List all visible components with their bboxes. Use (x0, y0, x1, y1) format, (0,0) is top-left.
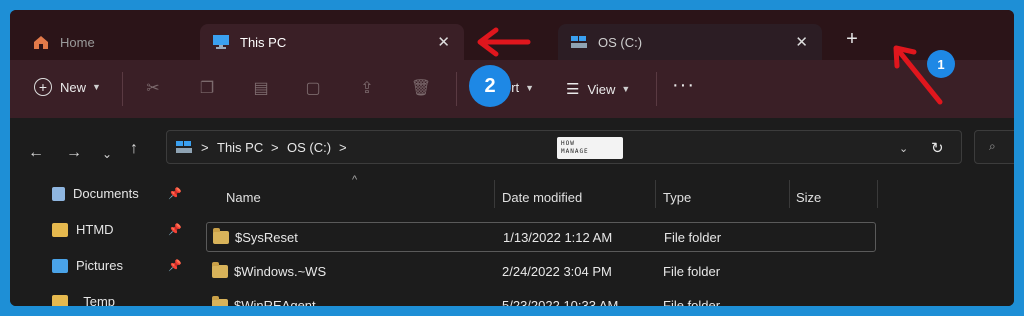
list-icon: ☰ (566, 81, 580, 98)
navigation-pane: Documents 📌 HTMD 📌 Pictures 📌 _Temp (10, 176, 190, 306)
address-dropdown-icon[interactable]: ⌄ (899, 142, 908, 155)
nav-label: Pictures (76, 258, 123, 273)
column-divider[interactable] (877, 180, 878, 208)
share-icon[interactable]: ⇪ (356, 78, 378, 98)
breadcrumb-separator: > (271, 140, 279, 155)
sort-ascending-icon: ^ (352, 174, 358, 186)
drive-icon (176, 141, 192, 153)
rename-icon[interactable]: ▢ (302, 78, 324, 98)
column-header-name[interactable]: Name (226, 190, 261, 205)
delete-icon[interactable]: 🗑 (410, 78, 432, 98)
folder-icon (52, 222, 68, 237)
nav-label: _Temp (76, 294, 116, 306)
nav-item-pictures[interactable]: Pictures 📌 (52, 258, 182, 273)
table-row[interactable]: $SysReset 1/13/2022 1:12 AM File folder (206, 222, 876, 252)
close-tab-icon[interactable]: ✕ (795, 33, 808, 51)
paste-icon[interactable]: ▤ (250, 78, 272, 98)
tab-label: Home (60, 34, 95, 50)
htmd-watermark-logo: HOW MANAGE (557, 137, 623, 159)
file-date: 1/13/2022 1:12 AM (503, 230, 613, 245)
pictures-icon (52, 258, 68, 273)
annotation-badge-2: 2 (469, 65, 511, 107)
folder-icon (213, 228, 229, 244)
up-icon[interactable]: ↑ (130, 140, 138, 158)
pin-icon[interactable]: 📌 (168, 259, 182, 272)
nav-item-temp[interactable]: _Temp (52, 294, 182, 306)
recent-chevron-icon[interactable]: ⌄ (102, 147, 112, 161)
breadcrumb-os-c[interactable]: OS (C:) (287, 140, 331, 155)
home-icon (34, 36, 48, 49)
tab-bar: Home This PC ✕ OS (C:) ✕ + (10, 10, 1014, 60)
breadcrumb-separator: > (201, 140, 209, 155)
divider (656, 72, 657, 106)
pin-icon[interactable]: 📌 (168, 187, 182, 200)
documents-icon (52, 186, 65, 201)
chevron-down-icon: ▼ (525, 82, 535, 93)
search-input[interactable]: ⌕ (974, 130, 1014, 164)
divider (122, 72, 123, 106)
more-options-button[interactable]: ··· (672, 74, 695, 97)
annotation-badge-1: 1 (927, 50, 955, 78)
back-icon[interactable]: ← (28, 144, 44, 162)
copy-icon[interactable]: ❐ (196, 78, 218, 98)
tab-os-c[interactable]: OS (C:) ✕ (558, 24, 822, 60)
column-header-size[interactable]: Size (796, 190, 821, 205)
address-row: ← → ⌄ ↑ > This PC > OS (C:) > HOW MANAGE… (10, 118, 1014, 176)
table-row[interactable]: $Windows.~WS 2/24/2022 3:04 PM File fold… (206, 257, 876, 287)
table-row[interactable]: $WinREAgent 5/23/2022 10:33 AM File fold… (206, 291, 876, 306)
cut-icon[interactable]: ✂ (142, 78, 164, 98)
nav-label: HTMD (76, 222, 114, 237)
column-divider[interactable] (655, 180, 656, 208)
forward-icon[interactable]: → (66, 144, 82, 162)
tab-home[interactable]: Home (20, 24, 190, 60)
column-divider[interactable] (494, 180, 495, 208)
new-tab-button[interactable]: + (840, 28, 864, 51)
refresh-icon[interactable]: ↻ (931, 139, 944, 157)
command-bar: + New ▼ ✂ ❐ ▤ ▢ ⇪ 🗑 ort ▼ ☰ View ▼ ··· (10, 60, 1014, 118)
nav-item-documents[interactable]: Documents 📌 (52, 186, 182, 201)
address-bar[interactable]: > This PC > OS (C:) > HOW MANAGE ⌄ ↻ (166, 130, 962, 164)
content-area: Documents 📌 HTMD 📌 Pictures 📌 _Temp ^ Na… (10, 174, 1014, 306)
breadcrumb-this-pc[interactable]: This PC (217, 140, 263, 155)
monitor-icon (213, 35, 229, 49)
file-type: File folder (664, 230, 722, 245)
plus-circle-icon: + (34, 78, 52, 96)
file-name: $SysReset (235, 230, 298, 245)
chevron-down-icon: ▼ (621, 84, 631, 94)
column-header-type[interactable]: Type (663, 190, 691, 205)
search-icon: ⌕ (989, 139, 996, 153)
breadcrumb-separator: > (339, 140, 347, 155)
file-date: 5/23/2022 10:33 AM (502, 298, 619, 306)
folder-icon (212, 296, 228, 306)
pin-icon[interactable]: 📌 (168, 223, 182, 236)
view-label: View (587, 81, 616, 97)
folder-icon (52, 294, 68, 306)
tab-label: This PC (240, 34, 287, 50)
file-explorer-window: Home This PC ✕ OS (C:) ✕ + + New ▼ ✂ ❐ ▤… (10, 10, 1014, 306)
tab-this-pc[interactable]: This PC ✕ (200, 24, 464, 60)
drive-icon (571, 36, 587, 48)
file-name: $WinREAgent (234, 298, 316, 306)
nav-item-htmd[interactable]: HTMD 📌 (52, 222, 182, 237)
file-type: File folder (663, 298, 721, 306)
chevron-down-icon: ▼ (92, 82, 101, 92)
divider (456, 72, 457, 106)
file-type: File folder (663, 264, 721, 279)
new-label: New (60, 79, 87, 95)
new-button[interactable]: + New ▼ (34, 78, 101, 96)
column-divider[interactable] (789, 180, 790, 208)
close-tab-icon[interactable]: ✕ (437, 33, 450, 51)
file-name: $Windows.~WS (234, 264, 327, 279)
tab-label: OS (C:) (598, 34, 643, 50)
file-date: 2/24/2022 3:04 PM (502, 264, 612, 279)
view-button[interactable]: ☰ View ▼ (566, 80, 630, 98)
nav-label: Documents (73, 186, 139, 201)
column-header-date-modified[interactable]: Date modified (502, 190, 582, 205)
folder-icon (212, 262, 228, 278)
